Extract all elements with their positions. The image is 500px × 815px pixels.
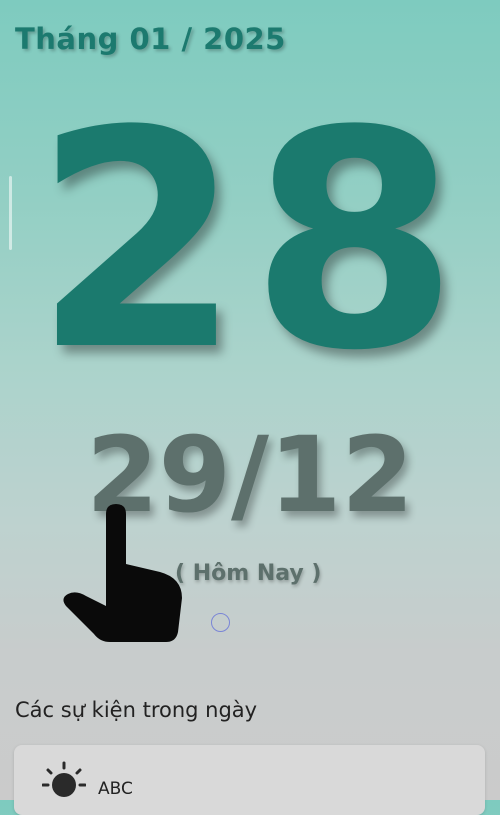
month-title[interactable]: Tháng 01 / 2025 [15,22,286,56]
today-label[interactable]: ( Hôm Nay ) [175,561,321,586]
sun-icon [41,760,87,804]
event-card[interactable]: ABC [14,745,485,815]
event-name: ABC [98,779,133,799]
pointing-hand-icon [60,502,190,647]
solar-day-number: 28 [33,67,467,416]
touch-indicator-dot [211,613,230,632]
events-section-title: Các sự kiện trong ngày [15,698,258,722]
